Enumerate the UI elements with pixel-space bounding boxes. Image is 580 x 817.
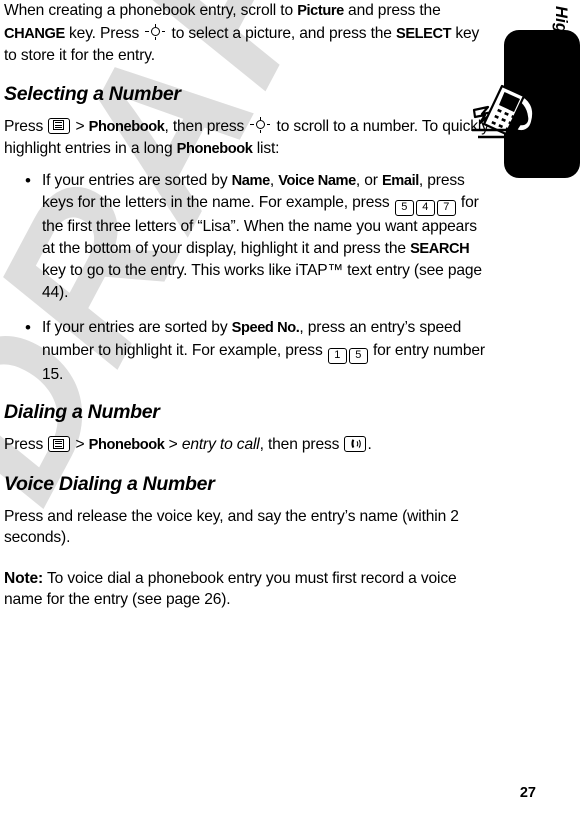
section-body-paragraph: Press and release the voice key, and say… [4,507,459,547]
text-then-press: , then press [259,436,344,453]
label-search-key: SEARCH [410,240,470,257]
bullet-icon: • [25,318,31,337]
section-heading: Voice Dialing a Number [4,472,215,495]
bullet1-text-2: , [269,171,279,189]
label-select-key: SELECT [395,25,452,42]
section-tab-label: Highlight Features [552,6,570,155]
bullet1-text-1: If your entries are sorted by [42,171,232,189]
label-picture: Picture [297,3,344,19]
menu-key-icon [48,436,71,452]
label-phonebook: Phonebook [88,437,165,453]
label-phonebook: Phonebook [88,118,165,135]
text-press: Press [4,117,48,135]
key-4-icon: 4 [415,200,435,216]
key-5-icon: 5 [348,347,368,364]
bullet1-text-6: key to go to the entry. This works like … [42,262,482,301]
label-change-key: CHANGE [4,25,65,42]
bullet-icon: • [25,170,31,190]
text-period: . [367,436,372,453]
label-email: Email [381,172,419,189]
key-5-icon: 5 [394,200,414,216]
note-paragraph: Note: To voice dial a phonebook entry yo… [4,568,492,611]
running-phone-icon [466,72,544,148]
text-gt-1: > [71,436,89,453]
section-intro-paragraph: Press > Phonebook, then press to scroll … [4,116,492,161]
note-text: To voice dial a phonebook entry you must… [4,569,457,609]
intro-text-3: key. Press [64,24,144,42]
text-then-press: , then press [164,117,249,135]
section-dialing-a-number: Dialing a Number Press > Phonebook > ent… [4,401,492,457]
text-press: Press [4,436,48,453]
navigation-key-icon [144,23,166,41]
section-heading: Selecting a Number [4,82,181,105]
intro-paragraph: When creating a phonebook entry, scroll … [4,0,492,67]
text-list: list: [252,140,280,157]
list-item: • If your entries are sorted by Name, Voi… [4,170,492,304]
page-content: When creating a phonebook entry, scroll … [0,0,492,611]
key-1-icon: 1 [327,347,347,364]
menu-key-icon [48,117,71,134]
intro-text-2: and press the [343,2,441,19]
list-item: • If your entries are sorted by Speed No.… [4,317,492,385]
text-gt-1: > [71,117,89,135]
bullet1-text-3: , or [355,171,382,189]
key-7-icon: 7 [436,200,456,216]
text-entry-to-call: entry to call [181,436,260,453]
bullet2-text-1: If your entries are sorted by [42,319,232,336]
label-name: Name [231,172,271,189]
intro-text-4: to select a picture, and press the [167,24,396,42]
section-body-paragraph: Press > Phonebook > entry to call, then … [4,434,492,457]
section-selecting-a-number: Selecting a Number Press > Phonebook, th… [4,83,492,386]
navigation-key-icon [249,116,271,134]
label-speed-no: Speed No. [231,320,300,336]
label-voice-name: Voice Name [278,172,356,189]
bullet-list: • If your entries are sorted by Name, Voi… [4,170,492,386]
text-gt-2: > [164,436,182,453]
note-label: Note: [4,569,44,587]
section-voice-dialing-a-number: Voice Dialing a Number Press and release… [4,473,492,611]
label-phonebook-2: Phonebook [176,141,253,157]
send-call-key-icon [344,436,367,452]
section-heading: Dialing a Number [4,401,160,423]
page-number: 27 [519,785,536,801]
intro-text-1: When creating a phonebook entry, scroll … [4,2,298,19]
